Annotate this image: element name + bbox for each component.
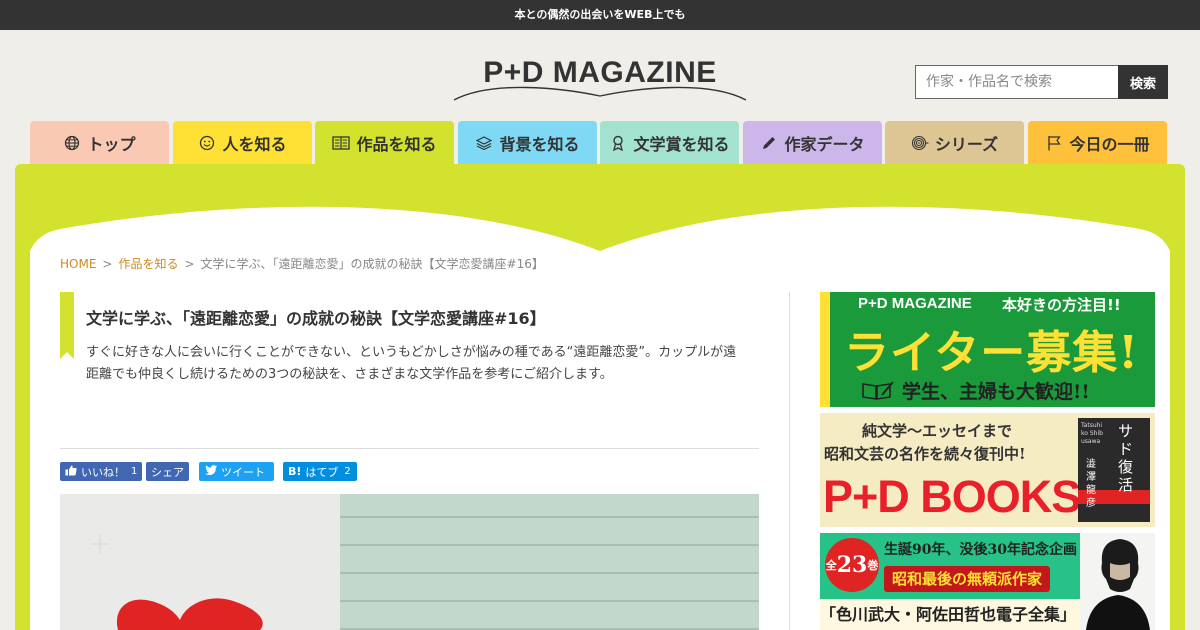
volumes-badge: 全 23 巻: [825, 538, 879, 592]
book-cover-image: Tatsuhiko Shibusawa サド復活 澁澤龍彦: [1078, 418, 1150, 522]
banner-subline: 学生、主婦も大歓迎!!: [902, 381, 1090, 403]
tab-background[interactable]: 背景を知る: [458, 121, 597, 164]
search-input[interactable]: [915, 65, 1118, 99]
tab-awards[interactable]: 文学賞を知る: [600, 121, 739, 164]
banner-brand: P+D MAGAZINE: [858, 295, 972, 312]
twitter-bird-icon: [205, 465, 217, 478]
breadcrumb-home-link[interactable]: HOME: [60, 257, 96, 271]
tab-label: 今日の一冊: [1069, 134, 1150, 154]
volumes-number: 23: [836, 552, 868, 578]
article-lead: すぐに好きな人に会いに行くことができない、というもどかしさが悩みの種である“遠距…: [86, 345, 737, 382]
books-top-line: 純文学〜エッセイまで: [862, 422, 1013, 440]
layers-icon: [475, 134, 493, 152]
author-portrait-icon: [1086, 539, 1150, 630]
spiral-icon: [911, 134, 929, 152]
collection-line3: 「色川武大・阿佐田哲也電子全集」: [820, 599, 1080, 630]
ruled-line: [340, 600, 759, 602]
breadcrumb-separator: >: [102, 257, 113, 271]
tab-top[interactable]: トップ: [30, 121, 169, 164]
heart-icon: [60, 494, 340, 630]
tab-label: 作品を知る: [356, 134, 437, 154]
tab-label: 文学賞を知る: [633, 134, 730, 154]
search-form: 検索: [915, 65, 1168, 99]
tab-label: シリーズ: [934, 134, 999, 154]
share-label: シェア: [151, 465, 184, 479]
banner-accent: [820, 292, 830, 407]
thumbs-up-icon: [65, 465, 77, 479]
logo-arc-icon: [453, 86, 747, 101]
volumes-prefix: 全: [825, 559, 837, 572]
hero-notebook-paper: [340, 494, 759, 630]
ruled-line: [340, 572, 759, 574]
tab-label: 人を知る: [222, 134, 287, 154]
breadcrumb: HOME > 作品を知る > 文学に学ぶ、「遠距離恋愛」の成就の秘訣【文学恋愛講座#16…: [60, 255, 544, 272]
hatena-count: 2: [344, 466, 351, 477]
breadcrumb-separator: >: [184, 257, 195, 271]
tweet-button[interactable]: ツイート: [199, 462, 274, 481]
divider: [60, 448, 759, 449]
collection-line2: 昭和最後の無頼派作家: [884, 566, 1051, 592]
hatena-logo: B!: [288, 465, 302, 478]
volumes-suffix: 巻: [867, 559, 879, 572]
books-logo: P+D BOOKS: [823, 471, 1081, 522]
tab-author-data[interactable]: 作家データ: [743, 121, 882, 164]
books-middle-line: 昭和文芸の名作を続々復刊中!: [824, 445, 1026, 463]
site-logo[interactable]: P+D MAGAZINE: [452, 56, 748, 104]
writer-recruit-banner[interactable]: P+D MAGAZINE 本好きの方注目!! ライター募集! 学生、主婦も大歓迎…: [820, 292, 1155, 407]
tab-label: 背景を知る: [499, 134, 580, 154]
smiley-icon: [198, 134, 216, 152]
breadcrumb-category-link[interactable]: 作品を知る: [118, 257, 178, 271]
cover-romaji: Tatsuhiko Shibusawa: [1081, 422, 1103, 445]
globe-icon: [63, 134, 81, 152]
ruled-line: [340, 516, 759, 518]
tab-series[interactable]: シリーズ: [885, 121, 1024, 164]
title-marker: [60, 292, 74, 359]
breadcrumb-current: 文学に学ぶ、「遠距離恋愛」の成就の秘訣【文学恋愛講座#16】: [200, 257, 544, 271]
site-tagline: 本との偶然の出会いをWEB上でも: [0, 0, 1200, 30]
banner-headline: ライター募集!: [844, 326, 1139, 379]
collection-line1: 生誕90年、没後30年記念企画: [884, 542, 1077, 558]
collection-banner[interactable]: 全 23 巻 生誕90年、没後30年記念企画 昭和最後の無頼派作家 「色川武大・阿佐…: [820, 533, 1155, 630]
article-hero-image: [60, 494, 759, 630]
pen-icon: [760, 134, 778, 152]
like-label: いいね！: [81, 465, 125, 479]
ruled-line: [340, 544, 759, 546]
hatena-label: はてブ: [305, 465, 339, 479]
cover-title: サド復活: [1118, 422, 1134, 494]
tab-book-of-the-day[interactable]: 今日の一冊: [1028, 121, 1167, 164]
tab-people[interactable]: 人を知る: [173, 121, 312, 164]
facebook-like-button[interactable]: いいね！ 1: [60, 462, 143, 481]
cover-author: 澁澤龍彦: [1086, 459, 1096, 509]
author-portrait: [1080, 533, 1155, 630]
award-icon: [609, 134, 627, 152]
like-count: 1: [131, 466, 138, 477]
search-button[interactable]: 検索: [1118, 65, 1168, 99]
tweet-label: ツイート: [221, 465, 265, 479]
banner-tagline: 本好きの方注目!!: [1002, 296, 1121, 314]
article-title: 文学に学ぶ、「遠距離恋愛」の成就の秘訣【文学恋愛講座#16】: [86, 309, 546, 328]
book-pen-icon: [862, 380, 894, 404]
book-icon: [332, 134, 351, 152]
hatena-bookmark-button[interactable]: B! はてブ 2: [283, 462, 357, 481]
flag-icon: [1045, 134, 1063, 152]
pd-books-banner[interactable]: 純文学〜エッセイまで 昭和文芸の名作を続々復刊中! P+D BOOKS Tats…: [820, 413, 1155, 527]
column-divider: [789, 292, 790, 630]
tab-label: トップ: [87, 134, 136, 154]
tab-label: 作家データ: [784, 134, 865, 154]
facebook-share-button[interactable]: シェア: [146, 462, 189, 481]
